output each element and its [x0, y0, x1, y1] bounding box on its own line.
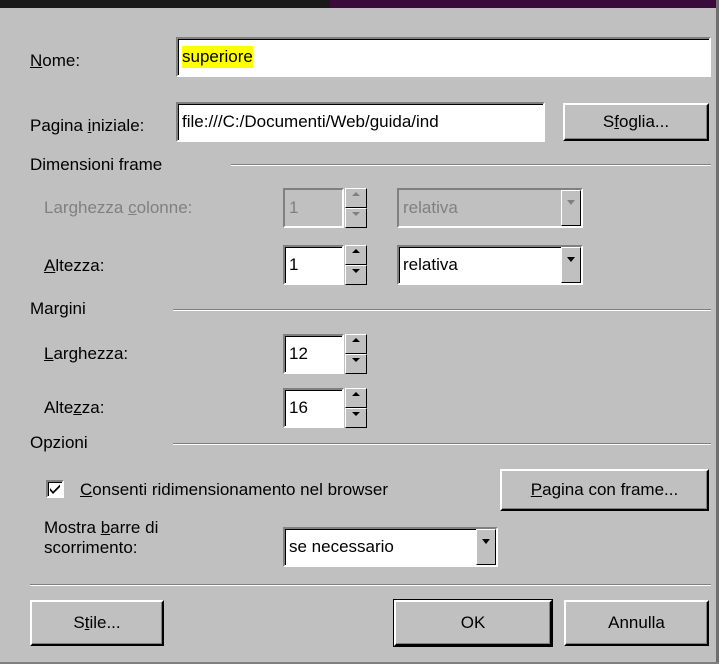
larghezza-colonne-spinner	[345, 188, 367, 228]
chevron-down-icon[interactable]	[476, 529, 496, 565]
footer-divider	[30, 584, 711, 586]
stile-button[interactable]: Stile...	[30, 600, 164, 646]
altezza-input[interactable]: 1	[283, 245, 344, 285]
pagina-iniziale-input[interactable]: file:///C:/Documenti/Web/guida/ind	[176, 102, 545, 142]
pagina-iniziale-label: Pagina iniziale:	[30, 116, 145, 135]
sfoglia-button[interactable]: Sfoglia...	[563, 103, 709, 141]
margini-altezza-label: Altezza:	[44, 398, 105, 417]
dimensioni-frame-divider	[231, 164, 711, 166]
title-bar-strip	[0, 0, 719, 8]
dimensioni-frame-title: Dimensioni frame	[30, 155, 163, 174]
margini-altezza-spinner[interactable]	[345, 388, 367, 428]
altezza-unit-value: relativa	[403, 255, 458, 274]
opzioni-title: Opzioni	[30, 433, 88, 452]
chevron-down-icon[interactable]	[561, 247, 581, 283]
chevron-down-icon	[561, 190, 581, 226]
altezza-spinner[interactable]	[345, 245, 367, 285]
margini-larghezza-input[interactable]: 12	[283, 334, 344, 374]
margini-altezza-value: 16	[289, 398, 308, 417]
spin-up-icon[interactable]	[345, 388, 367, 408]
altezza-value: 1	[289, 255, 299, 274]
margini-altezza-input[interactable]: 16	[283, 388, 344, 428]
nome-input-value: superiore	[182, 46, 253, 68]
ok-button[interactable]: OK	[393, 599, 553, 647]
larghezza-colonne-input: 1	[283, 188, 344, 228]
spin-up-icon	[345, 188, 367, 208]
scrollbars-label: Mostra barre di scorrimento:	[44, 518, 159, 557]
altezza-unit-select[interactable]: relativa	[397, 245, 583, 285]
larghezza-colonne-unit-value: relativa	[403, 198, 458, 217]
spin-down-icon	[345, 208, 367, 228]
larghezza-colonne-unit-select: relativa	[397, 188, 583, 228]
scrollbars-value: se necessario	[289, 537, 394, 556]
margini-divider	[173, 309, 711, 311]
resize-checkbox[interactable]	[46, 480, 64, 498]
spin-up-icon[interactable]	[345, 334, 367, 354]
larghezza-colonne-value: 1	[289, 198, 299, 217]
checkmark-icon	[50, 484, 60, 494]
larghezza-colonne-label: Larghezza colonne:	[44, 198, 193, 217]
pagina-iniziale-value: file:///C:/Documenti/Web/guida/ind	[182, 112, 439, 131]
spin-up-icon[interactable]	[345, 245, 367, 265]
resize-checkbox-label[interactable]: Consenti ridimensionamento nel browser	[80, 480, 388, 500]
pagina-con-frame-button[interactable]: Pagina con frame...	[500, 469, 709, 511]
margini-larghezza-value: 12	[289, 344, 308, 363]
scrollbars-select[interactable]: se necessario	[283, 527, 498, 567]
margini-title: Margini	[30, 299, 86, 318]
nome-input[interactable]: superiore	[176, 37, 711, 77]
annulla-button[interactable]: Annulla	[564, 600, 709, 646]
margini-larghezza-label: Larghezza:	[44, 344, 129, 363]
spin-down-icon[interactable]	[345, 354, 367, 374]
spin-down-icon[interactable]	[345, 265, 367, 285]
altezza-label: Altezza:	[44, 256, 105, 275]
spin-down-icon[interactable]	[345, 408, 367, 428]
margini-larghezza-spinner[interactable]	[345, 334, 367, 374]
nome-label: Nome:	[30, 51, 81, 70]
opzioni-divider	[173, 443, 711, 445]
